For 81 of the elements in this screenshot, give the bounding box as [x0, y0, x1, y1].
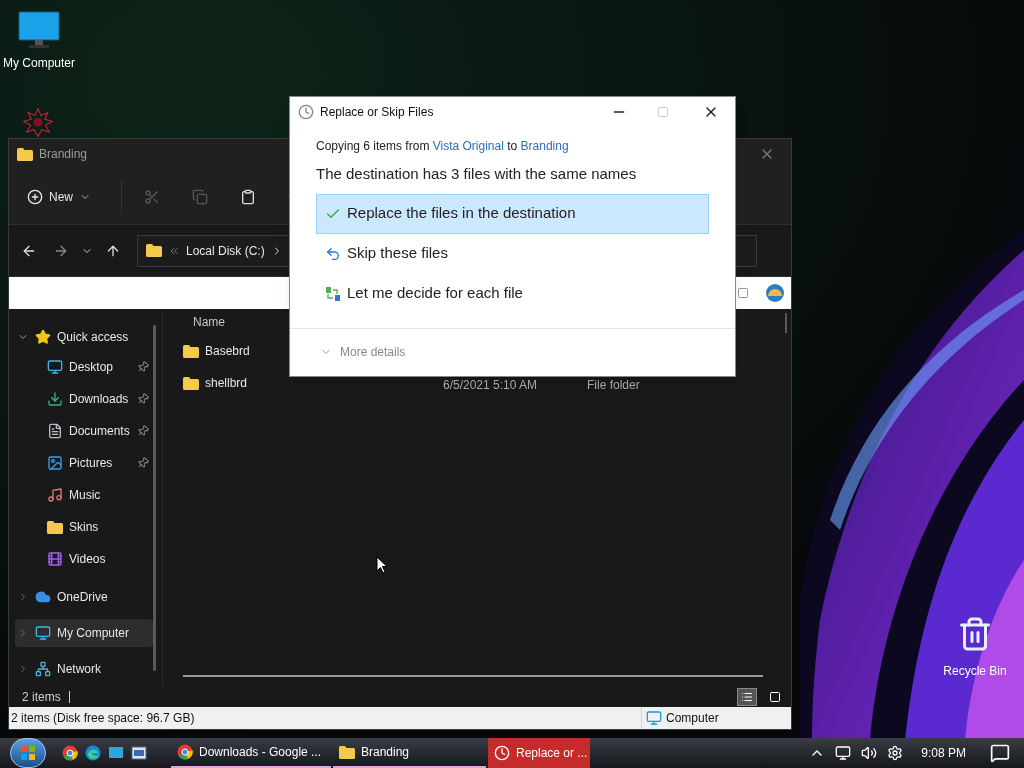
destination-link[interactable]: Branding [520, 139, 569, 153]
swap-icon [325, 285, 341, 302]
windows-logo-icon [20, 745, 36, 761]
folder-icon [183, 376, 199, 390]
taskbar-button[interactable]: Replace or ... [488, 738, 590, 768]
square-icon [769, 691, 781, 703]
computer-icon[interactable] [17, 10, 61, 50]
dialog-title: Replace or Skip Files [320, 104, 435, 121]
paste-icon[interactable] [240, 188, 256, 205]
mouse-pointer-icon [376, 556, 388, 574]
nav-item[interactable]: Documents [15, 415, 153, 447]
wave-browser-icon[interactable] [85, 745, 101, 761]
folder-icon [339, 745, 355, 759]
new-button[interactable]: New [19, 180, 99, 213]
browser-icon [62, 745, 78, 761]
download-icon [47, 391, 63, 407]
file-type: File folder [587, 378, 640, 392]
desktop-icon[interactable] [108, 745, 124, 761]
browser-icon [177, 744, 193, 760]
dialog-heading: The destination has 3 files with the same names [316, 164, 638, 184]
nav-item[interactable]: Music [15, 479, 153, 511]
desktop-icon-label[interactable]: My Computer [3, 54, 75, 72]
clock-icon [494, 745, 510, 761]
column-header[interactable]: Name [193, 313, 225, 331]
desktop-icon-label[interactable]: Recycle Bin [943, 662, 1007, 680]
more-details-button[interactable]: More details [320, 343, 406, 362]
file-name[interactable]: shellbrd [205, 376, 248, 390]
cloud-icon [35, 589, 51, 605]
start-button[interactable] [10, 738, 46, 768]
window-icon[interactable] [131, 745, 147, 761]
network-icon[interactable] [835, 745, 852, 761]
nav-item[interactable]: Desktop [15, 351, 153, 383]
taskbar-button[interactable]: Downloads - Google ... [171, 738, 331, 768]
folder-icon [47, 520, 63, 534]
clock[interactable]: 9:08 PM [921, 744, 966, 762]
clock-icon [298, 104, 314, 120]
item-count: 2 items [22, 689, 61, 706]
nav-item[interactable]: Quick access [15, 323, 153, 351]
network-icon [35, 661, 51, 677]
document-icon [47, 423, 63, 439]
list-icon [741, 691, 753, 703]
notification-icon[interactable] [990, 743, 1010, 763]
nav-item[interactable]: Pictures [15, 447, 153, 479]
monitor-icon [646, 710, 662, 726]
folder-icon [146, 244, 162, 257]
video-icon [47, 551, 63, 567]
shell-icon[interactable] [765, 283, 785, 303]
option-button[interactable]: Skip these files [316, 233, 709, 274]
vertical-scrollbar[interactable] [785, 313, 787, 333]
monitor-icon [47, 359, 63, 375]
nav-item[interactable]: Videos [15, 543, 153, 575]
date-modified: 6/5/2021 5:10 AM [443, 378, 539, 392]
pane-icon[interactable] [737, 287, 749, 299]
nav-item[interactable]: Network [15, 655, 153, 683]
nav-item[interactable]: OneDrive [15, 583, 153, 611]
star-icon [35, 329, 51, 345]
source-link[interactable]: Vista Original [432, 139, 504, 153]
option-button[interactable]: Let me decide for each file [316, 273, 709, 314]
monitor-icon [35, 625, 51, 641]
undo-icon [325, 245, 341, 262]
settings-icon[interactable] [887, 745, 904, 761]
plus-icon [27, 188, 43, 205]
window-title: Branding [39, 146, 88, 163]
music-icon [47, 487, 63, 503]
taskbar-button[interactable]: Branding [333, 738, 486, 768]
volume-icon[interactable] [861, 745, 878, 761]
details-view-button[interactable] [737, 688, 757, 706]
copy-summary: Copying 6 items from Vista Original to Branding [316, 138, 570, 155]
nav-item[interactable]: Downloads [15, 383, 153, 415]
breadcrumb[interactable]: Local Disk (C:) [186, 241, 265, 260]
folder-icon [17, 147, 33, 161]
nav-item[interactable]: My Computer [15, 619, 153, 647]
folder-icon [183, 344, 199, 358]
location-text: Computer [666, 710, 719, 727]
status-text: 2 items (Disk free space: 96.7 GB) [11, 710, 196, 727]
image-icon [47, 455, 63, 471]
nav-item[interactable]: Skins [15, 511, 153, 543]
file-name[interactable]: Basebrd [205, 344, 250, 358]
option-button[interactable]: Replace the files in the destination [316, 193, 709, 234]
horizontal-scrollbar[interactable] [183, 675, 763, 677]
maximize-icon [657, 106, 669, 118]
